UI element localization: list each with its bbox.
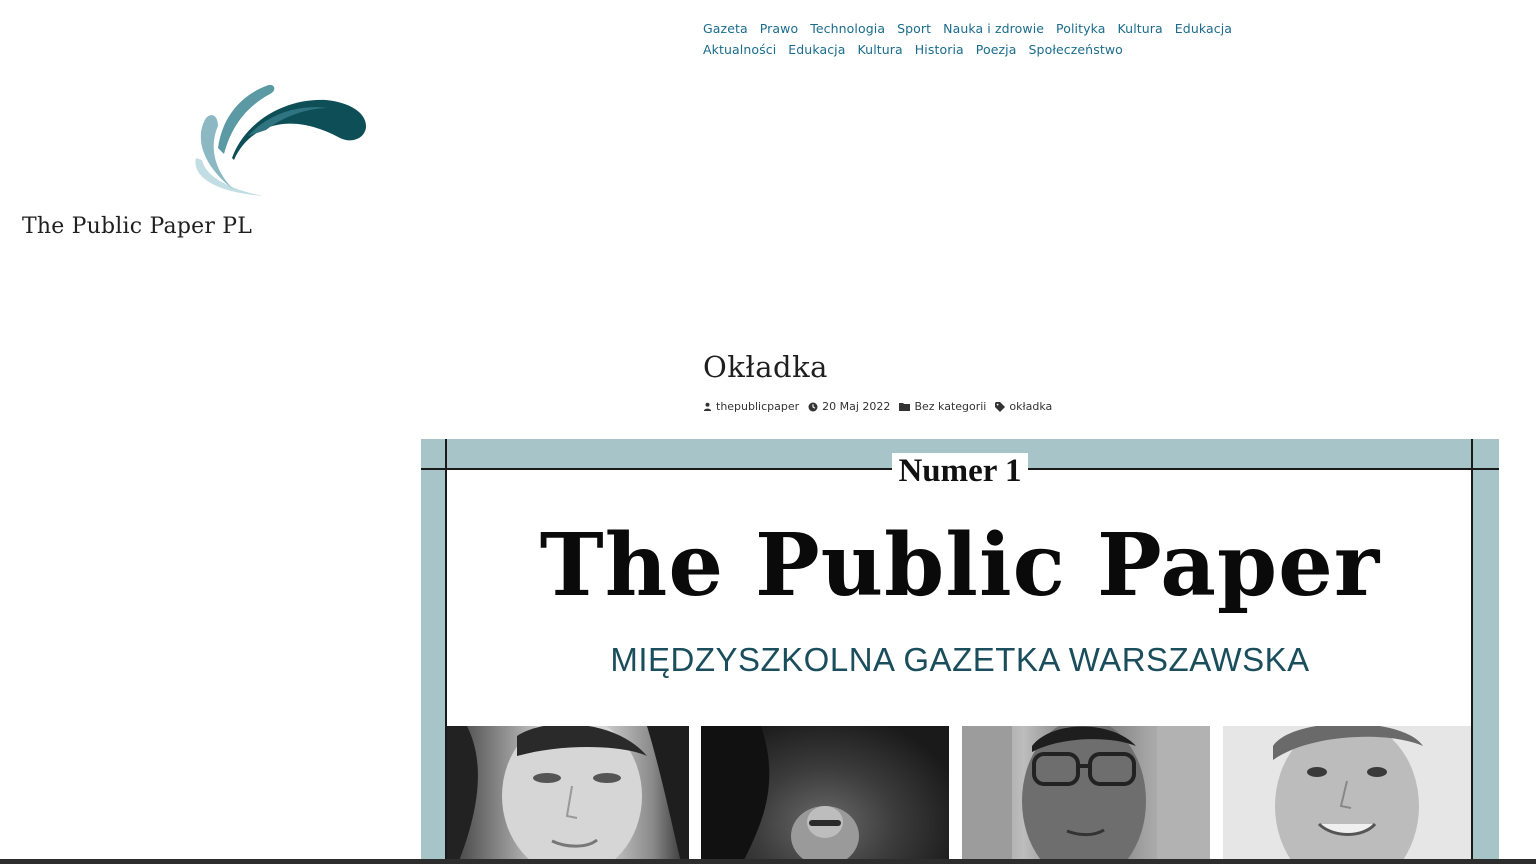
meta-category[interactable]: Bez kategorii (899, 400, 986, 413)
issue-number: Numer 1 (421, 453, 1499, 490)
meta-author[interactable]: thepublicpaper (703, 400, 799, 413)
meta-tag[interactable]: okładka (995, 400, 1052, 413)
nav-link-spoleczenstwo[interactable]: Społeczeństwo (1029, 42, 1123, 57)
bottom-edge-bar (0, 859, 1536, 864)
tag-icon (995, 401, 1006, 412)
meta-date[interactable]: 20 Maj 2022 (808, 400, 890, 413)
nav-link-edukacja-2[interactable]: Edukacja (788, 42, 845, 57)
nav-link-aktualnosci[interactable]: Aktualności (703, 42, 776, 57)
nav-link-kultura-2[interactable]: Kultura (858, 42, 903, 57)
folder-icon (899, 403, 911, 411)
nav-link-sport[interactable]: Sport (897, 21, 931, 36)
nav-link-poezja[interactable]: Poezja (976, 42, 1017, 57)
cover-masthead: The Public Paper (539, 515, 1381, 616)
nav-link-polityka[interactable]: Polityka (1056, 21, 1105, 36)
nav-link-edukacja[interactable]: Edukacja (1175, 21, 1232, 36)
meta-tag-label: okładka (1009, 400, 1053, 413)
nav-link-kultura[interactable]: Kultura (1118, 21, 1163, 36)
main-navigation: Gazeta Prawo Technologia Sport Nauka i z… (703, 18, 1263, 60)
site-logo-link[interactable] (188, 78, 372, 202)
post-title: Okładka (703, 350, 828, 384)
nav-link-nauka-i-zdrowie[interactable]: Nauka i zdrowie (943, 21, 1044, 36)
nav-row-primary: Gazeta Prawo Technologia Sport Nauka i z… (703, 18, 1263, 39)
nav-link-technologia[interactable]: Technologia (810, 21, 885, 36)
swoosh-logo-icon (195, 84, 366, 196)
portrait-photo-1-art (447, 726, 689, 864)
portrait-photo-4-art (1273, 726, 1423, 864)
portrait-photo-4 (1223, 726, 1471, 864)
meta-category-label: Bez kategorii (914, 400, 987, 413)
portrait-photo-1 (447, 726, 689, 864)
issue-number-label: Numer 1 (892, 453, 1028, 489)
portrait-photo-3-art (962, 726, 1210, 864)
cover-subtitle: MIĘDZYSZKOLNA GAZETKA WARSZAWSKA (610, 641, 1310, 678)
meta-date-label: 20 Maj 2022 (822, 400, 891, 413)
meta-author-label: thepublicpaper (716, 400, 800, 413)
portrait-photo-2 (701, 726, 949, 864)
nav-link-prawo[interactable]: Prawo (760, 21, 799, 36)
nav-link-gazeta[interactable]: Gazeta (703, 21, 748, 36)
nav-link-historia[interactable]: Historia (915, 42, 964, 57)
portrait-photo-3 (962, 726, 1210, 864)
portrait-photo-2-art (701, 726, 859, 864)
author-icon (703, 402, 712, 411)
clock-icon (808, 402, 818, 411)
post-meta: thepublicpaper 20 Maj 2022 Bez kategorii… (703, 400, 1061, 413)
site-title[interactable]: The Public Paper PL (22, 214, 252, 239)
page: Gazeta Prawo Technologia Sport Nauka i z… (0, 0, 1536, 864)
cover-image: Numer 1 The Public Paper MIĘDZYSZKOLNA G… (421, 439, 1499, 864)
cover-photo-strip (447, 726, 1471, 864)
nav-row-secondary: Aktualności Edukacja Kultura Historia Po… (703, 39, 1263, 60)
